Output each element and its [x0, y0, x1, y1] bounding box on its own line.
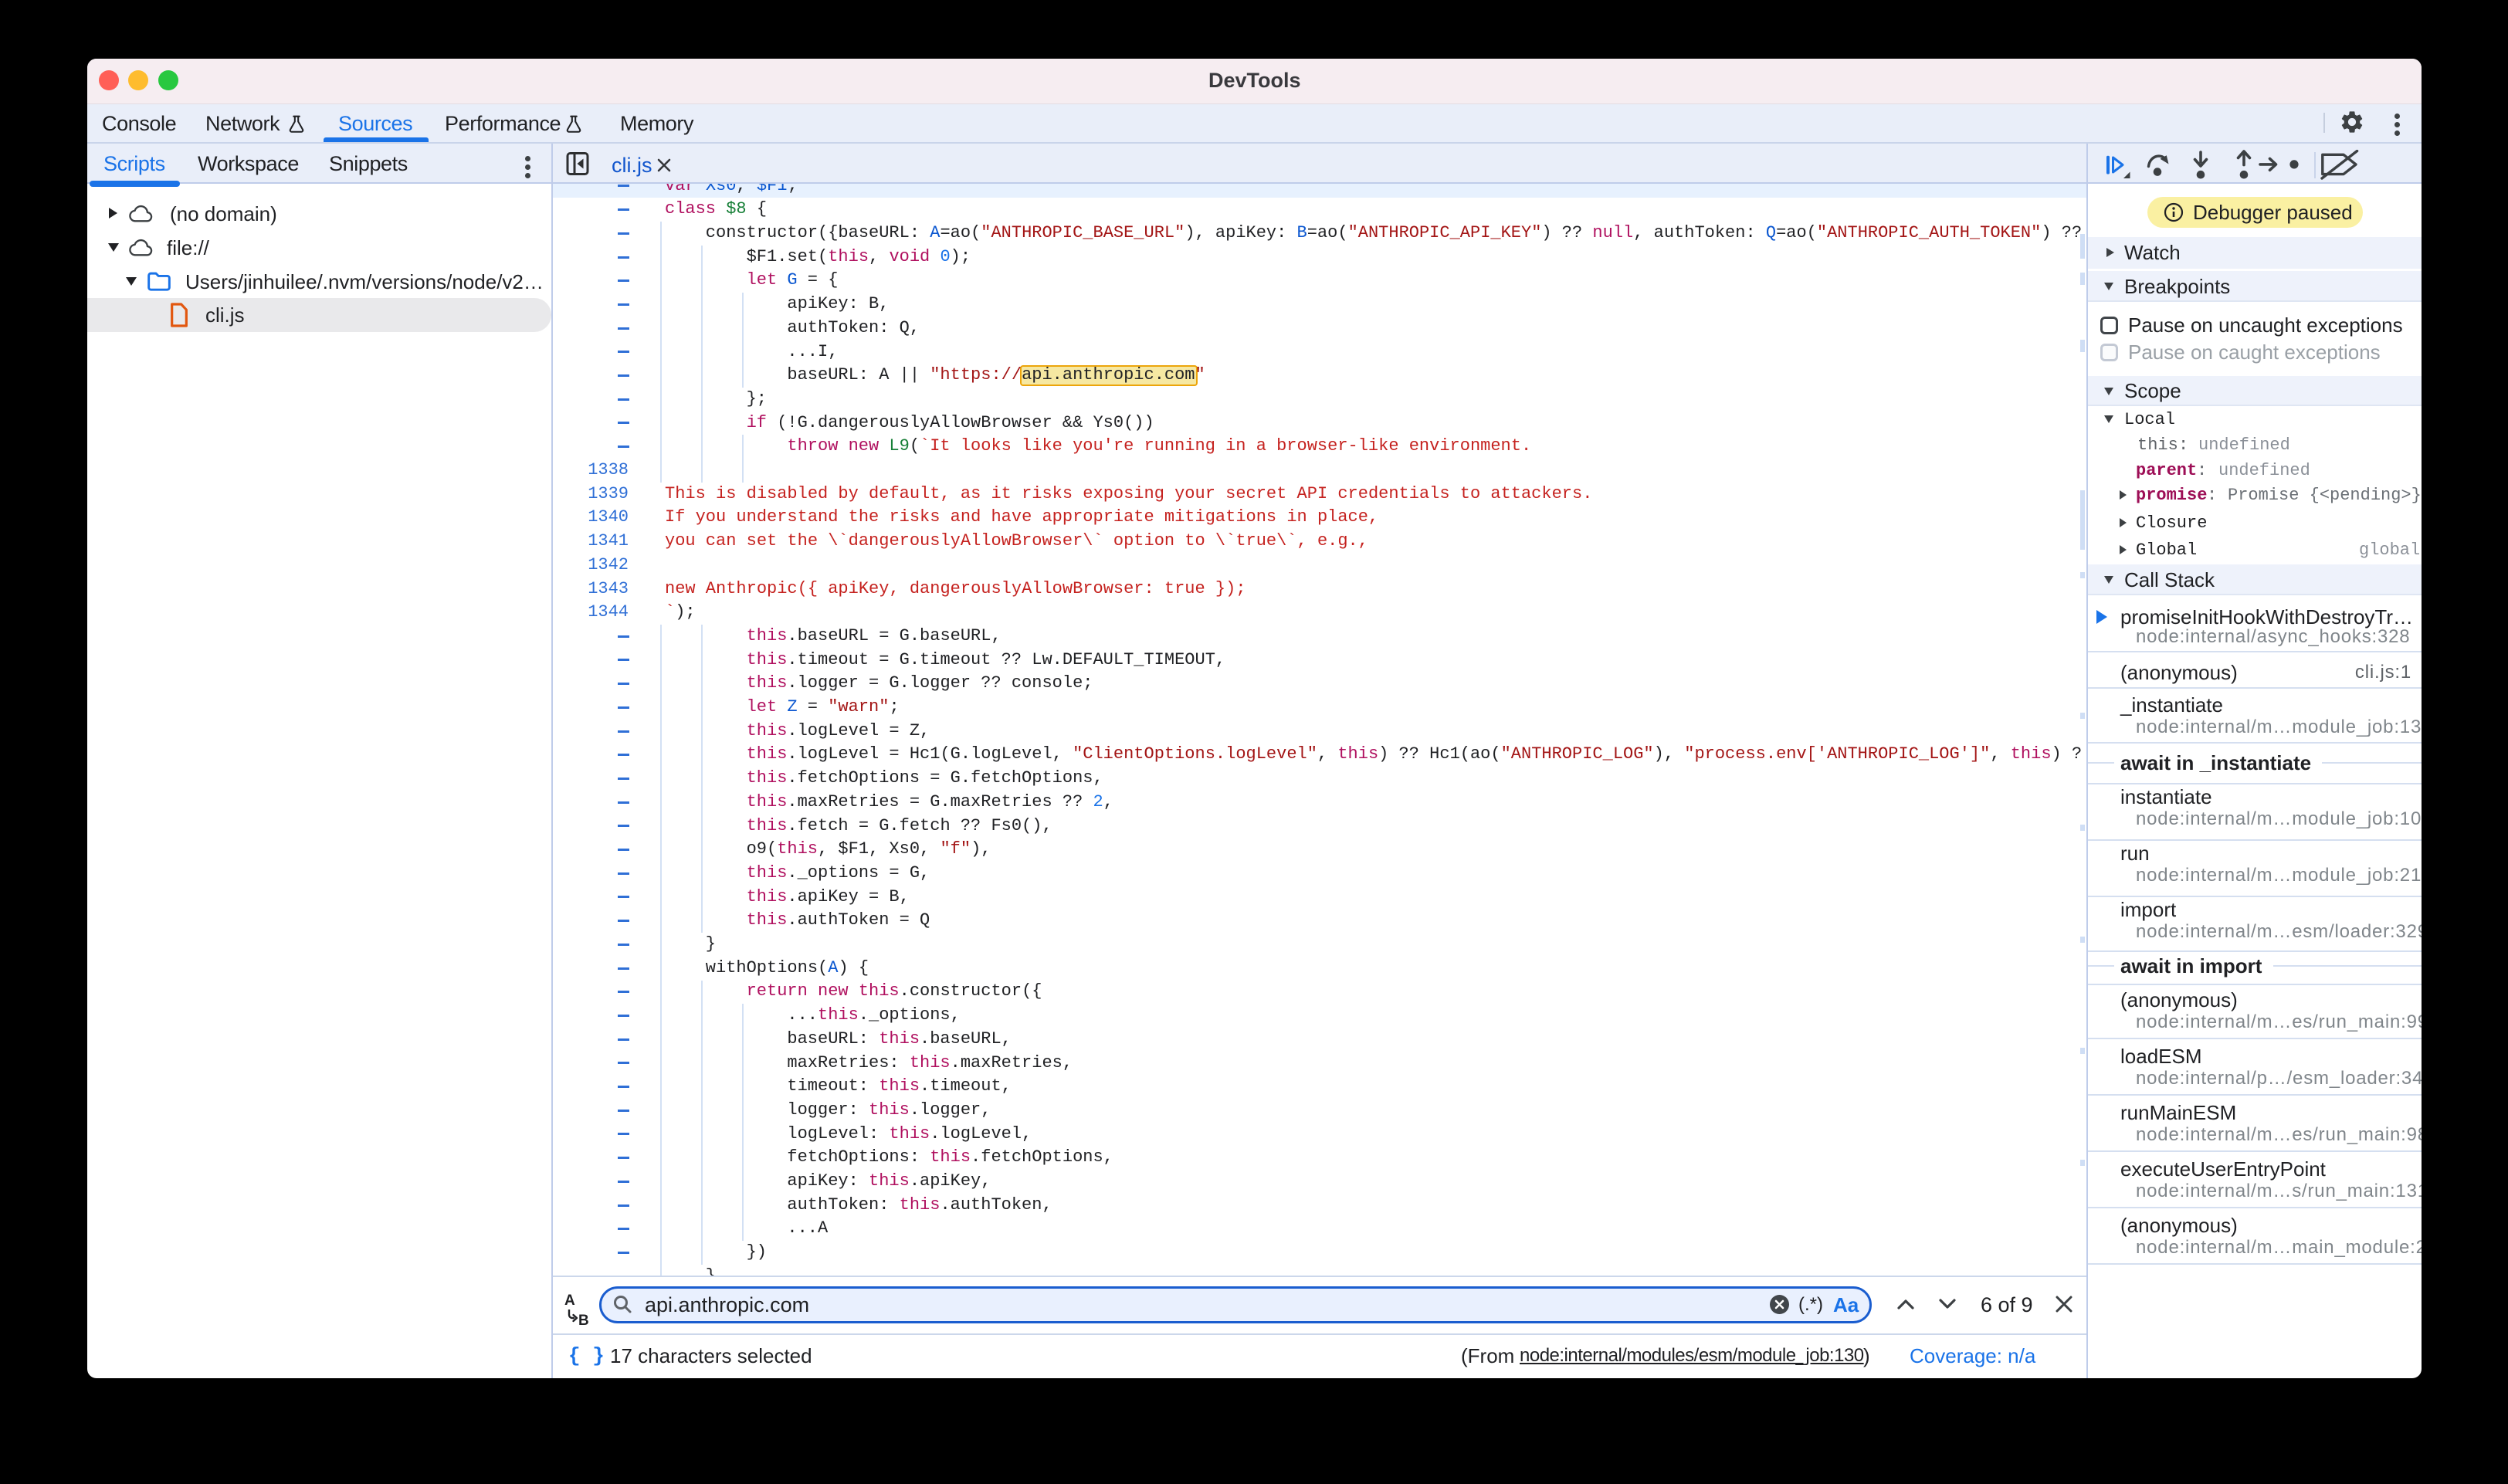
svg-text:A: A [564, 1293, 575, 1309]
svg-text:B: B [578, 1313, 589, 1328]
